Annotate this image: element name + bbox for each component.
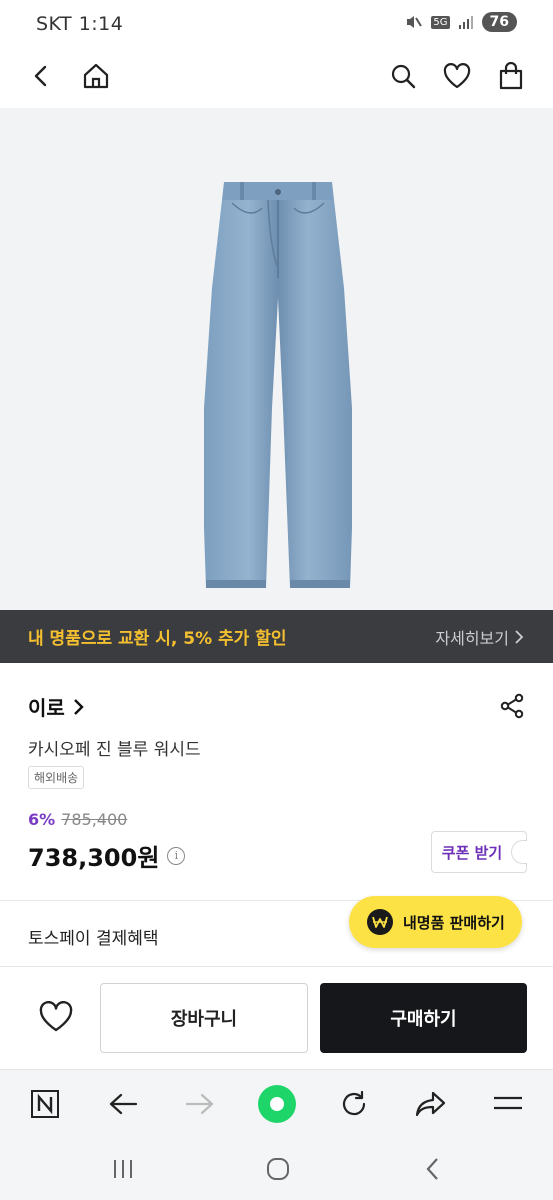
heart-icon (39, 1001, 73, 1032)
chevron-right-icon (515, 629, 524, 644)
system-home-button[interactable] (258, 1151, 298, 1187)
arrow-left-icon (109, 1093, 138, 1115)
battery-indicator: 76 (481, 12, 517, 32)
add-to-cart-button[interactable]: 장바구니 (100, 983, 308, 1053)
purchase-bar: 장바구니 구매하기 (0, 967, 553, 1069)
product-image[interactable] (0, 108, 553, 610)
network-badge: 5G (431, 15, 450, 29)
browser-back-button[interactable] (103, 1084, 143, 1124)
share-page-button[interactable] (411, 1084, 451, 1124)
home-icon (83, 63, 109, 89)
mute-icon (407, 16, 423, 28)
original-price: 785,400 (61, 810, 128, 829)
share-button[interactable] (496, 690, 528, 722)
home-circle-icon (267, 1158, 289, 1180)
wishlist-button[interactable] (437, 56, 477, 96)
brand-name: 이로 (28, 696, 65, 720)
naver-icon (31, 1090, 59, 1118)
promo-banner[interactable]: 내 명품으로 교환 시, 5% 추가 할인 자세히보기 (0, 610, 553, 663)
promo-link-label: 자세히보기 (435, 628, 509, 648)
info-icon[interactable]: i (167, 846, 186, 865)
heart-icon (443, 63, 471, 89)
buy-button[interactable]: 구매하기 (320, 983, 527, 1053)
brand-link[interactable]: 이로 (28, 692, 85, 721)
arrow-right-icon (185, 1093, 214, 1115)
green-dot-button[interactable] (257, 1084, 297, 1124)
shopping-bag-icon (499, 62, 523, 90)
refresh-icon (342, 1090, 366, 1116)
jeans-image (204, 182, 352, 588)
sell-label: 내명품 판매하기 (403, 913, 505, 932)
promo-details-link[interactable]: 자세히보기 (435, 625, 525, 649)
shipping-badge: 해외배송 (28, 766, 85, 789)
wish-button[interactable] (34, 995, 78, 1039)
cart-nav-button[interactable] (491, 56, 531, 96)
status-bar: SKT 1:14 5G 76 (0, 0, 553, 48)
system-back-button[interactable] (413, 1151, 453, 1187)
chevron-left-icon (426, 1158, 438, 1180)
search-icon (391, 64, 416, 89)
coupon-label: 쿠폰 받기 (441, 843, 503, 862)
won-icon (367, 909, 393, 935)
recent-apps-button[interactable] (103, 1151, 143, 1187)
sell-my-luxury-button[interactable]: 내명품 판매하기 (349, 896, 522, 948)
share-icon (500, 693, 524, 719)
top-nav (0, 48, 553, 106)
back-button[interactable] (22, 56, 62, 96)
signal-icon (458, 16, 473, 29)
naver-button[interactable] (25, 1084, 65, 1124)
status-icons: 5G 76 (403, 12, 517, 32)
payment-benefits[interactable]: 토스페이 결제혜택 (28, 924, 159, 949)
home-button[interactable] (76, 56, 116, 96)
back-icon (34, 65, 47, 87)
discount-rate: 6% (28, 810, 56, 829)
discount-row: 6% 785,400 (28, 810, 127, 829)
search-button[interactable] (383, 56, 423, 96)
refresh-button[interactable] (334, 1084, 374, 1124)
status-time: SKT 1:14 (36, 13, 124, 35)
chevron-right-icon (73, 698, 84, 715)
sale-price: 738,300원 (28, 844, 160, 872)
green-dot-icon (258, 1085, 296, 1123)
system-nav-bar (0, 1137, 553, 1200)
share-arrow-icon (415, 1091, 446, 1117)
price-row: 738,300원 i (28, 838, 186, 873)
promo-text: 내 명품으로 교환 시, 5% 추가 할인 (28, 629, 287, 649)
product-name: 카시오페 진 블루 워시드 (28, 740, 201, 760)
recent-apps-icon (114, 1160, 132, 1178)
browser-toolbar (0, 1069, 553, 1137)
browser-forward-button[interactable] (180, 1084, 220, 1124)
menu-icon (494, 1096, 522, 1110)
menu-button[interactable] (488, 1084, 528, 1124)
